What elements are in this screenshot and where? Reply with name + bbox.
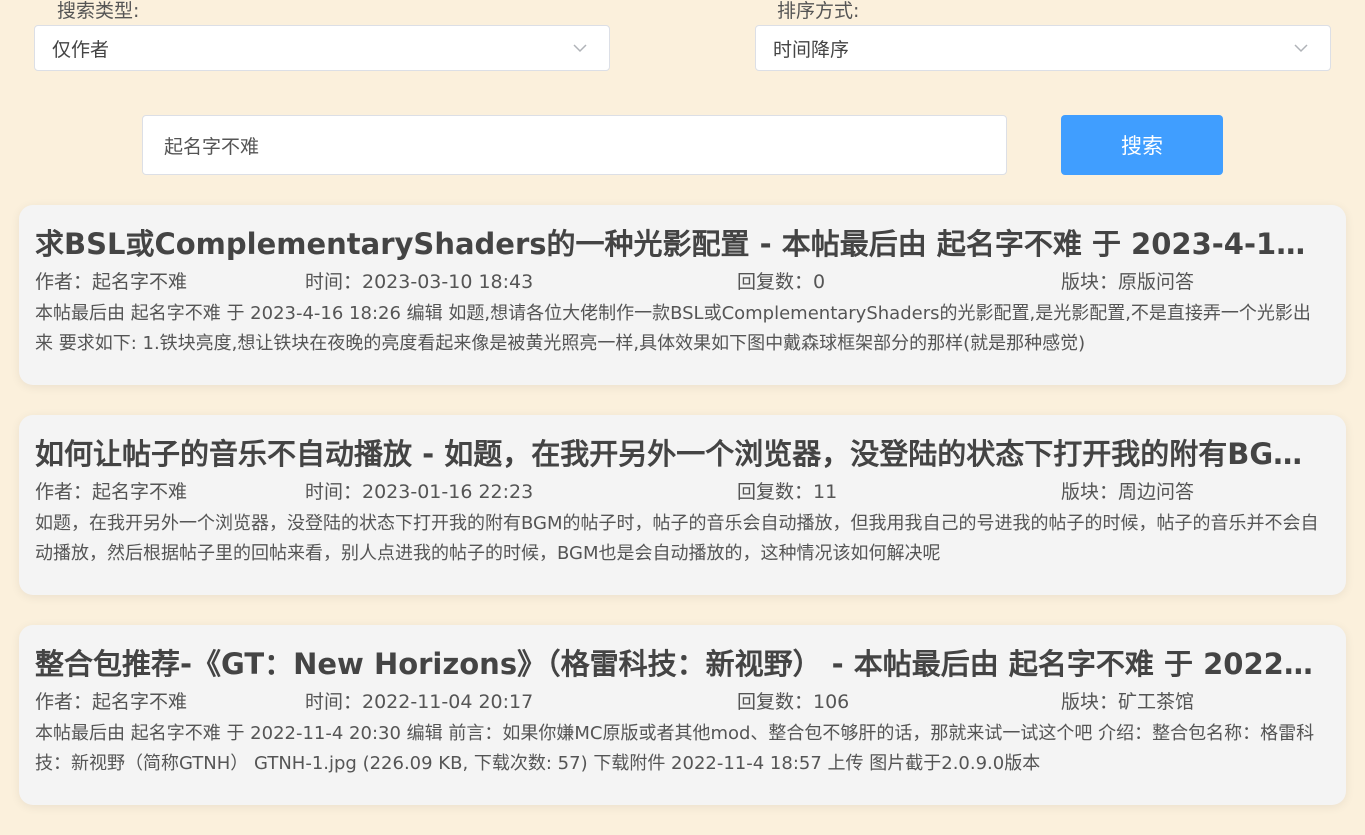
search-row: 搜索 — [0, 115, 1365, 175]
result-list: 求BSL或ComplementaryShaders的一种光影配置 - 本帖最后由… — [19, 205, 1346, 835]
result-title[interactable]: 求BSL或ComplementaryShaders的一种光影配置 - 本帖最后由… — [35, 225, 1324, 263]
result-meta: 作者：起名字不难 时间：2022-11-04 20:17 回复数：106 版块：… — [35, 687, 1330, 715]
result-replies: 回复数：0 — [737, 271, 826, 293]
chevron-down-icon — [573, 44, 587, 53]
result-author: 作者：起名字不难 — [35, 481, 188, 503]
result-author: 作者：起名字不难 — [35, 271, 188, 293]
result-board: 版块：周边问答 — [1061, 481, 1195, 503]
search-type-label: 搜索类型: — [57, 0, 140, 22]
result-time: 时间：2023-01-16 22:23 — [305, 481, 534, 503]
result-meta: 作者：起名字不难 时间：2023-03-10 18:43 回复数：0 版块：原版… — [35, 267, 1330, 295]
result-card[interactable]: 整合包推荐-《GT：New Horizons》（格雷科技：新视野） - 本帖最后… — [19, 625, 1346, 805]
result-replies: 回复数：11 — [737, 481, 838, 503]
result-author: 作者：起名字不难 — [35, 691, 188, 713]
result-title[interactable]: 如何让帖子的音乐不自动播放 - 如题，在我开另外一个浏览器，没登陆的状态下打开我… — [35, 435, 1324, 473]
result-replies: 回复数：106 — [737, 691, 850, 713]
result-meta: 作者：起名字不难 时间：2023-01-16 22:23 回复数：11 版块：周… — [35, 477, 1330, 505]
sort-value: 时间降序 — [773, 38, 850, 61]
sort-label: 排序方式: — [777, 0, 860, 22]
chevron-down-icon — [1294, 44, 1308, 53]
result-excerpt: 本帖最后由 起名字不难 于 2022-11-4 20:30 编辑 前言：如果你嫌… — [35, 723, 1315, 774]
search-input[interactable] — [142, 115, 1007, 175]
result-card[interactable]: 求BSL或ComplementaryShaders的一种光影配置 - 本帖最后由… — [19, 205, 1346, 385]
result-excerpt: 如题，在我开另外一个浏览器，没登陆的状态下打开我的附有BGM的帖子时，帖子的音乐… — [35, 513, 1319, 564]
result-board: 版块：矿工茶馆 — [1061, 691, 1195, 713]
sort-select[interactable]: 时间降序 — [755, 25, 1331, 71]
search-type-select[interactable]: 仅作者 — [34, 25, 610, 71]
result-title[interactable]: 整合包推荐-《GT：New Horizons》（格雷科技：新视野） - 本帖最后… — [35, 645, 1324, 683]
result-board: 版块：原版问答 — [1061, 271, 1195, 293]
result-excerpt: 本帖最后由 起名字不难 于 2023-4-16 18:26 编辑 如题,想请各位… — [35, 303, 1311, 354]
result-time: 时间：2023-03-10 18:43 — [305, 271, 534, 293]
result-card[interactable]: 如何让帖子的音乐不自动播放 - 如题，在我开另外一个浏览器，没登陆的状态下打开我… — [19, 415, 1346, 595]
filter-bar: 搜索类型: 仅作者 排序方式: 时间降序 — [0, 0, 1365, 80]
search-button[interactable]: 搜索 — [1061, 115, 1223, 175]
result-time: 时间：2022-11-04 20:17 — [305, 691, 534, 713]
search-type-value: 仅作者 — [52, 38, 110, 61]
